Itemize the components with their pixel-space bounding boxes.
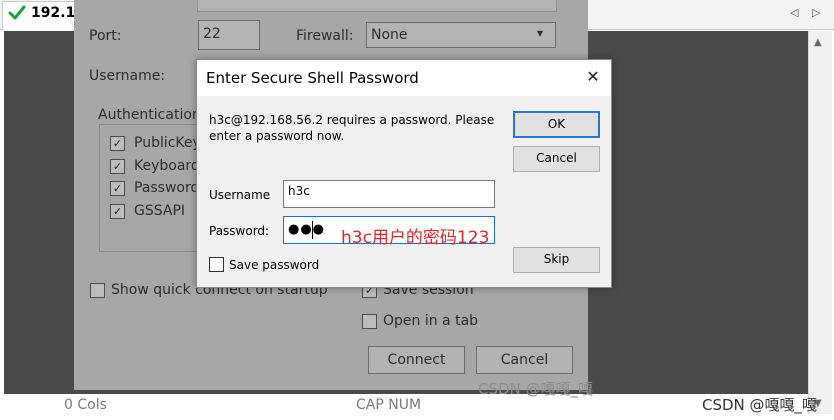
username-label: Username <box>209 188 271 202</box>
text-caret <box>312 221 313 239</box>
username-input[interactable]: h3c <box>283 180 495 208</box>
save-password-checkbox[interactable] <box>209 257 224 272</box>
scroll-up-icon[interactable]: ▲ <box>814 37 822 48</box>
columns-indicator: 0 Cols <box>64 397 107 413</box>
caps-num-indicator: CAP NUM <box>356 397 422 413</box>
watermark-faint: CSDN @嘎嘎_嘎 <box>478 380 594 398</box>
dialog-title: Enter Secure Shell Password <box>206 69 419 87</box>
skip-button[interactable]: Skip <box>513 247 600 273</box>
vertical-scrollbar[interactable] <box>808 31 832 414</box>
username-label: Username: <box>89 68 166 84</box>
save-password-label[interactable]: Save password <box>229 258 319 272</box>
authentication-label: Authentication <box>98 107 204 123</box>
auth-checkbox: ✓ <box>110 181 125 196</box>
firewall-label: Firewall: <box>296 28 354 44</box>
tab-scroll-right-icon[interactable]: ▷ <box>812 6 820 19</box>
port-value: 22 <box>203 26 221 42</box>
cancel-button[interactable]: Cancel <box>513 146 600 172</box>
auth-checkbox: ✓ <box>110 204 125 219</box>
auth-checkbox: ✓ <box>110 159 125 174</box>
show-quick-connect-checkbox <box>90 283 105 298</box>
password-mask: ●●● <box>288 222 326 237</box>
ok-button[interactable]: OK <box>513 111 600 138</box>
firewall-value: None <box>371 27 408 43</box>
open-in-tab-checkbox <box>362 314 377 329</box>
watermark: CSDN @嘎嘎_嘎 <box>702 396 818 414</box>
password-dialog: Enter Secure Shell Password ✕ h3c@192.16… <box>196 59 612 288</box>
password-label: Password: <box>209 224 270 238</box>
auth-method-label: Keyboard <box>134 158 200 174</box>
dialog-message: h3c@192.168.56.2 requires a password. Pl… <box>209 113 495 143</box>
hostname-field <box>197 0 557 12</box>
chevron-down-icon: ▾ <box>537 26 544 40</box>
connect-button: Connect <box>368 346 465 374</box>
open-in-tab-label: Open in a tab <box>383 313 479 329</box>
bg-cancel-button: Cancel <box>476 346 573 374</box>
close-icon[interactable]: ✕ <box>583 67 603 87</box>
port-label: Port: <box>89 28 122 44</box>
tab-scroll-left-icon[interactable]: ◁ <box>790 6 798 19</box>
firewall-select: None ▾ <box>366 22 556 48</box>
auth-method-label: PublicKey <box>134 135 201 151</box>
password-annotation: h3c用户的密码123 <box>341 228 490 248</box>
check-icon <box>8 5 26 20</box>
auth-method-label: GSSAPI <box>134 203 186 219</box>
auth-checkbox: ✓ <box>110 136 125 151</box>
port-field: 22 <box>198 20 260 50</box>
auth-method-label: Password <box>134 180 200 196</box>
